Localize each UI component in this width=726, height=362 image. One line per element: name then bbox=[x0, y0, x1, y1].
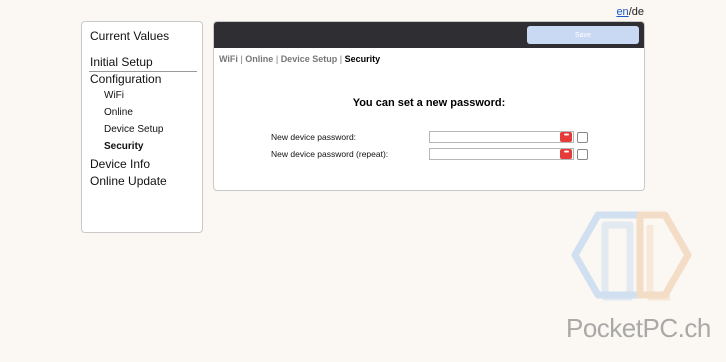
watermark-text: PocketPC.ch bbox=[566, 313, 711, 343]
breadcrumb-separator: | bbox=[339, 54, 343, 64]
lang-de-link[interactable]: de bbox=[632, 6, 644, 18]
sidebar-item-online-update[interactable]: Online Update bbox=[90, 174, 167, 188]
main-panel: Save WiFi | Online | Device Setup | Secu… bbox=[213, 21, 645, 191]
show-password-checkbox[interactable] bbox=[577, 132, 588, 143]
breadcrumb-separator: | bbox=[275, 54, 279, 64]
top-toolbar: Save bbox=[214, 22, 644, 48]
password-manager-icon[interactable]: ••• bbox=[560, 132, 572, 142]
password-repeat-label: New device password (repeat): bbox=[271, 149, 389, 159]
password-field[interactable] bbox=[429, 131, 574, 143]
password-label: New device password: bbox=[271, 132, 357, 142]
breadcrumb-security[interactable]: Security bbox=[345, 54, 381, 64]
sidebar-item-device-setup[interactable]: Device Setup bbox=[104, 124, 163, 135]
sidebar-item-initial-setup[interactable]: Initial Setup bbox=[90, 55, 153, 69]
sidebar-item-wifi[interactable]: WiFi bbox=[104, 90, 124, 101]
lang-en-link[interactable]: en bbox=[616, 6, 628, 18]
sidebar-item-configuration[interactable]: Configuration bbox=[90, 72, 161, 86]
sidebar-nav: Current Values Initial Setup Configurati… bbox=[81, 21, 203, 233]
sidebar-item-current-values[interactable]: Current Values bbox=[90, 29, 169, 43]
sidebar-item-online[interactable]: Online bbox=[104, 107, 133, 118]
breadcrumb-separator: | bbox=[240, 54, 243, 64]
password-repeat-field[interactable] bbox=[429, 148, 574, 160]
sidebar-item-device-info[interactable]: Device Info bbox=[90, 157, 150, 171]
page-heading: You can set a new password: bbox=[352, 97, 506, 109]
save-button[interactable]: Save bbox=[527, 26, 639, 44]
show-password-repeat-checkbox[interactable] bbox=[577, 149, 588, 160]
breadcrumb-device-setup[interactable]: Device Setup bbox=[281, 54, 338, 64]
password-manager-icon[interactable]: ••• bbox=[560, 149, 572, 159]
breadcrumb-wifi[interactable]: WiFi bbox=[219, 54, 238, 64]
breadcrumb: WiFi | Online | Device Setup | Security bbox=[219, 54, 380, 64]
breadcrumb-online[interactable]: Online bbox=[245, 54, 273, 64]
language-switcher: en/de bbox=[616, 6, 644, 18]
sidebar-item-security[interactable]: Security bbox=[104, 141, 143, 152]
